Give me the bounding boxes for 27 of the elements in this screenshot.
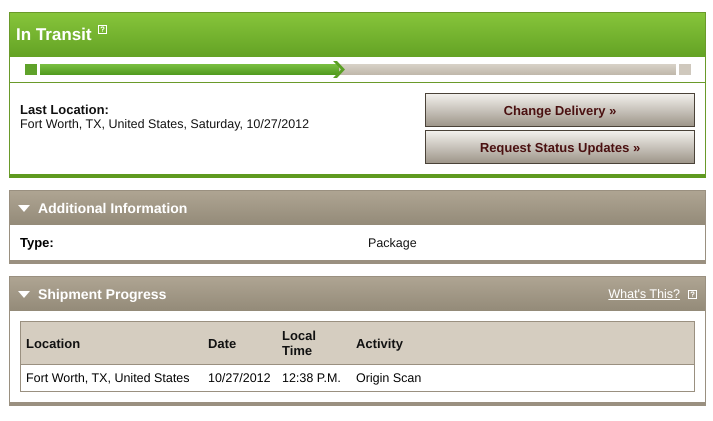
- column-header: Location: [20, 322, 203, 364]
- section-header[interactable]: Additional Information: [10, 191, 705, 225]
- table-cell: 10/27/2012: [203, 364, 277, 392]
- section-header[interactable]: Shipment Progress What's This?: [10, 277, 705, 311]
- triangle-icon[interactable]: [18, 288, 30, 300]
- triangle-icon[interactable]: [18, 202, 30, 214]
- column-header: Activity: [351, 322, 694, 364]
- column-header: Local Time: [277, 322, 351, 364]
- action-button[interactable]: Request Status Updates »: [425, 130, 695, 164]
- chevron-icon: [332, 61, 345, 78]
- last-location-text: Fort Worth, TX, United States, Saturday, 10/27/2012: [20, 117, 310, 131]
- info-value: Package: [368, 236, 417, 250]
- column-header: Date: [203, 322, 277, 364]
- help-link[interactable]: What's This?: [608, 287, 680, 301]
- help-icon[interactable]: [98, 25, 107, 34]
- progress-end-cap: [679, 64, 691, 75]
- section-title: Shipment Progress: [38, 286, 168, 302]
- action-button[interactable]: Change Delivery »: [425, 93, 695, 127]
- status-title: In Transit: [16, 25, 92, 45]
- section-title: Additional Information: [38, 200, 188, 216]
- table-cell: 12:38 P.M.: [277, 364, 351, 392]
- table-cell: Fort Worth, TX, United States: [20, 364, 203, 392]
- info-label: Type:: [20, 235, 55, 250]
- last-location-label: Last Location:: [20, 102, 110, 117]
- table-cell: Origin Scan: [351, 364, 694, 392]
- progress-start-cap: [25, 64, 37, 75]
- help-icon[interactable]: [688, 290, 697, 298]
